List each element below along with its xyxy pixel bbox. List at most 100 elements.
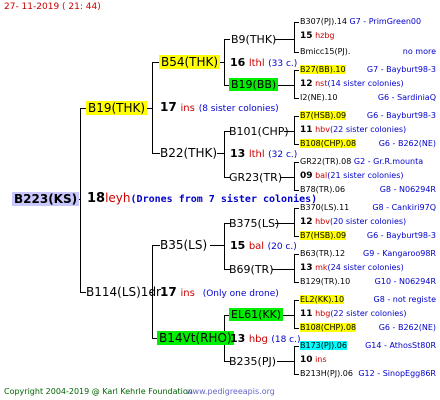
root-node[interactable]: B223(KS) bbox=[12, 192, 80, 206]
gen4-row[interactable]: B129(TR).10 G10 - N06294R bbox=[300, 278, 438, 286]
gen4-row[interactable]: B27(BB).10 G7 - Bayburt98-3 bbox=[300, 65, 438, 74]
node-code: hzbg bbox=[315, 31, 335, 40]
gen2-summary-b14vt: 13 hbg (18 c.) bbox=[230, 333, 301, 345]
gen4-info: G10 - N06294R bbox=[374, 277, 436, 286]
node-code: bal bbox=[248, 241, 265, 252]
connector bbox=[280, 177, 295, 178]
node-number: 10 bbox=[300, 355, 313, 365]
gen4-info: G14 - AthosSt80R bbox=[365, 341, 436, 350]
node-number: 13 bbox=[230, 332, 246, 345]
node-code: mk bbox=[315, 263, 328, 272]
gen4-row[interactable]: B307(PJ).14 G7 - PrimGreen00 bbox=[300, 18, 438, 26]
node-note: (22 sister colonies) bbox=[329, 125, 407, 134]
gen4-mid: 13 mk(24 sister colonies) bbox=[300, 264, 404, 273]
node-code: hbv bbox=[315, 125, 330, 134]
gen4-name: B108(CHP).08 bbox=[300, 139, 357, 148]
gen4-row[interactable]: B108(CHP).08 G6 - B262(NE) bbox=[300, 323, 438, 332]
node-note: (22 sister colonies) bbox=[330, 309, 407, 318]
connector bbox=[294, 328, 299, 329]
gen4-mid: 09 bal(21 sister colonies) bbox=[300, 172, 404, 181]
connector bbox=[294, 190, 299, 191]
node-code: bal bbox=[315, 171, 328, 180]
gen4-row[interactable]: B213H(PJ).06 G12 - SinopEgg86R bbox=[300, 370, 438, 378]
gen4-info: G8 - N06294R bbox=[379, 185, 436, 194]
gen2-summary-b22: 13 lthl (32 c.) bbox=[230, 148, 297, 160]
node-note: (20 c.) bbox=[267, 242, 297, 252]
connector bbox=[294, 52, 299, 53]
connector bbox=[224, 223, 225, 269]
gen3-node[interactable]: B101(CHP) bbox=[229, 126, 289, 137]
gen4-name: EL2(KK).10 bbox=[300, 295, 345, 304]
gen4-info: G12 - SinopEgg86R bbox=[358, 369, 436, 378]
connector bbox=[294, 236, 299, 237]
gen4-row[interactable]: B78(TR).06 G8 - N06294R bbox=[300, 186, 438, 194]
connector bbox=[224, 131, 225, 177]
gen4-info: G6 - Bayburt98-3 bbox=[366, 111, 436, 120]
node-number: 12 bbox=[300, 79, 313, 89]
gen2-node-b14vt[interactable]: B14Vt(RHO) bbox=[157, 331, 234, 345]
node-note: (24 sister colonies) bbox=[327, 263, 404, 272]
gen2-node-b22[interactable]: B22(THK) bbox=[160, 147, 217, 159]
node-note: (8 sister colonies) bbox=[198, 104, 279, 114]
gen2-node-b35[interactable]: B35(LS) bbox=[160, 239, 207, 251]
gen1-node-b114[interactable]: B114(LS)1dr bbox=[86, 286, 161, 298]
gen4-info: no more bbox=[402, 47, 436, 56]
gen4-name: B213H(PJ).06 bbox=[300, 369, 353, 378]
gen3-node[interactable]: GR23(TR) bbox=[229, 172, 282, 183]
connector bbox=[294, 208, 299, 209]
connector bbox=[294, 254, 295, 282]
gen4-name: B370(LS).11 bbox=[300, 203, 350, 212]
node-code: hbg bbox=[248, 334, 268, 345]
connector bbox=[294, 374, 299, 375]
gen4-row[interactable]: EL2(KK).10 G8 - not registe bbox=[300, 295, 438, 304]
gen4-name: B63(TR).12 bbox=[300, 249, 346, 258]
connector bbox=[294, 70, 299, 71]
gen4-row[interactable]: B370(LS).11 G8 - Cankiri97Q bbox=[300, 204, 438, 212]
footer-site-link[interactable]: www.pedigreeapis.org bbox=[186, 388, 275, 396]
gen3-node[interactable]: B375(LS) bbox=[229, 218, 279, 229]
gen1-node-b19[interactable]: B19(THK) bbox=[86, 101, 148, 115]
gen3-node[interactable]: EL61(KK) bbox=[229, 308, 284, 321]
node-number: 17 bbox=[160, 285, 177, 299]
gen4-row[interactable]: Bmicc15(PJ). no more bbox=[300, 48, 438, 56]
gen3-node[interactable]: B235(PJ) bbox=[229, 356, 276, 367]
gen4-name: B7(HSB).09 bbox=[300, 111, 347, 120]
gen4-info: G6 - B262(NE) bbox=[378, 139, 436, 148]
gen4-row[interactable]: B108(CHP).08 G6 - B262(NE) bbox=[300, 139, 438, 148]
gen4-info: G7 - PrimGreen00 bbox=[349, 17, 422, 26]
gen4-row[interactable]: B63(TR).12 G9 - Kangaroo98R bbox=[300, 250, 438, 258]
gen3-node[interactable]: B9(THK) bbox=[231, 34, 276, 45]
gen4-row[interactable]: GR22(TR).08 G2 - Gr.R.mounta bbox=[300, 158, 438, 166]
gen4-row[interactable]: I2(NE).10 G6 - SardiniaQ bbox=[300, 94, 438, 102]
node-number: 16 bbox=[230, 56, 246, 69]
connector bbox=[294, 162, 295, 190]
node-number: 15 bbox=[300, 31, 313, 41]
connector bbox=[210, 245, 225, 246]
node-code: ins bbox=[180, 103, 195, 114]
gen4-row[interactable]: B7(HSB).09 G6 - Bayburt98-3 bbox=[300, 111, 438, 120]
gen4-info: G6 - Bayburt98-3 bbox=[366, 231, 436, 240]
gen2-node-b54[interactable]: B54(THK) bbox=[159, 55, 221, 69]
gen4-name: B78(TR).06 bbox=[300, 185, 346, 194]
gen4-name: B307(PJ).14 bbox=[300, 17, 347, 26]
gen4-row[interactable]: B173(PJ).06 G14 - AthosSt80R bbox=[300, 341, 438, 350]
gen4-mid: 11 hbv(22 sister colonies) bbox=[300, 126, 406, 135]
gen4-row[interactable]: B7(HSB).09 G6 - Bayburt98-3 bbox=[300, 231, 438, 240]
node-note: (32 c.) bbox=[268, 150, 298, 160]
node-number: 17 bbox=[160, 100, 177, 114]
root-number: 18 bbox=[87, 191, 106, 206]
node-number: 09 bbox=[300, 171, 313, 181]
gen3-node[interactable]: B69(TR) bbox=[229, 264, 274, 275]
connector bbox=[294, 162, 299, 163]
gen4-info: G2 - Gr.R.mounta bbox=[353, 157, 424, 166]
gen4-name: B27(BB).10 bbox=[300, 65, 346, 74]
connector bbox=[294, 282, 299, 283]
connector bbox=[152, 245, 160, 246]
gen3-node[interactable]: B19(BB) bbox=[229, 78, 279, 91]
node-code: ins bbox=[315, 355, 327, 364]
connector bbox=[294, 208, 295, 236]
connector bbox=[294, 300, 299, 301]
node-code: lthl bbox=[248, 58, 265, 69]
node-number: 11 bbox=[300, 125, 313, 135]
connector bbox=[294, 144, 299, 145]
